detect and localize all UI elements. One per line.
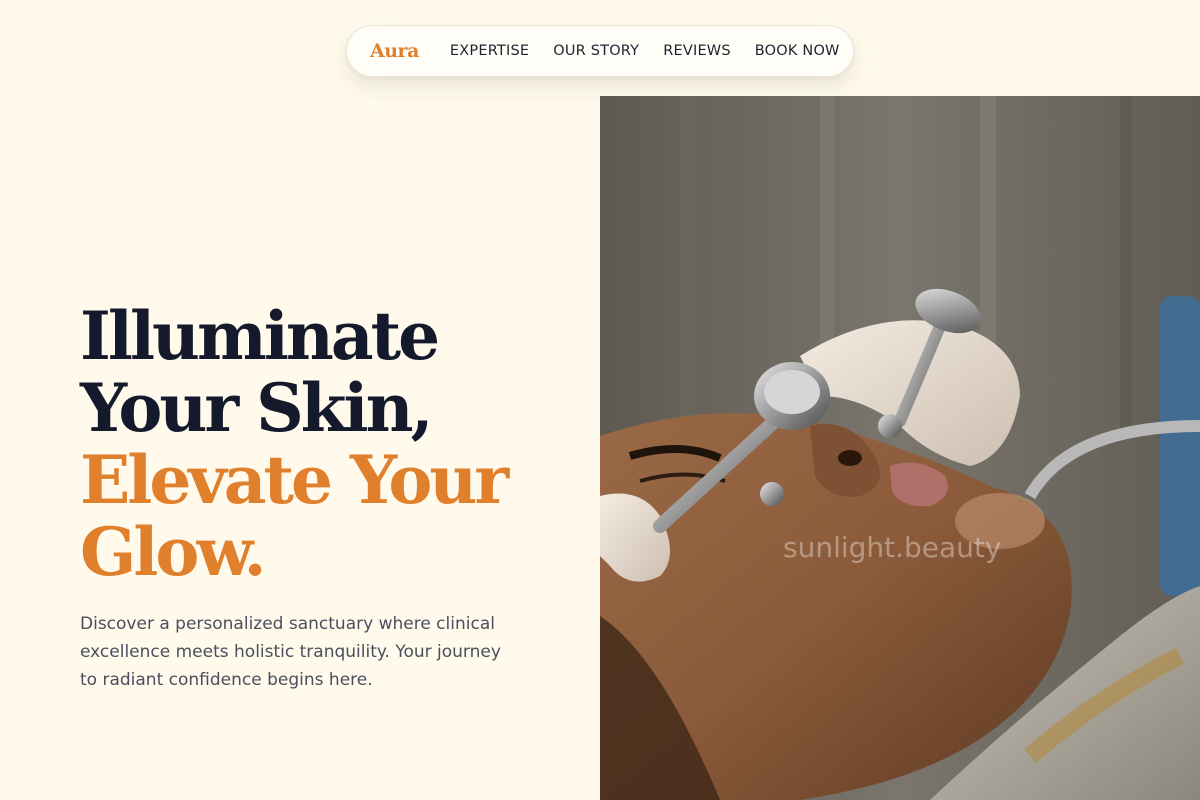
hero-title-line-2: Your Skin, (80, 369, 434, 447)
main-nav: Aura EXPERTISE OUR STORY REVIEWS BOOK NO… (346, 25, 854, 77)
nav-link-book-now[interactable]: BOOK NOW (755, 43, 840, 59)
hero-title: Illuminate Your Skin, Elevate Your Glow. (80, 300, 540, 588)
hero-title-line-4: Glow. (80, 513, 267, 591)
nav-link-expertise[interactable]: EXPERTISE (450, 43, 529, 59)
hero-section: Illuminate Your Skin, Elevate Your Glow.… (80, 300, 540, 694)
hero-title-line-3: Elevate Your (80, 441, 509, 519)
hero-description: Discover a personalized sanctuary where … (80, 614, 501, 690)
brand-logo[interactable]: Aura (370, 40, 419, 62)
hero-title-line-1: Illuminate (80, 297, 440, 375)
nav-link-reviews[interactable]: REVIEWS (663, 43, 731, 59)
hero-photo (600, 96, 1200, 800)
nav-link-our-story[interactable]: OUR STORY (553, 43, 639, 59)
photo-watermark: sunlight.beauty (783, 531, 1002, 564)
